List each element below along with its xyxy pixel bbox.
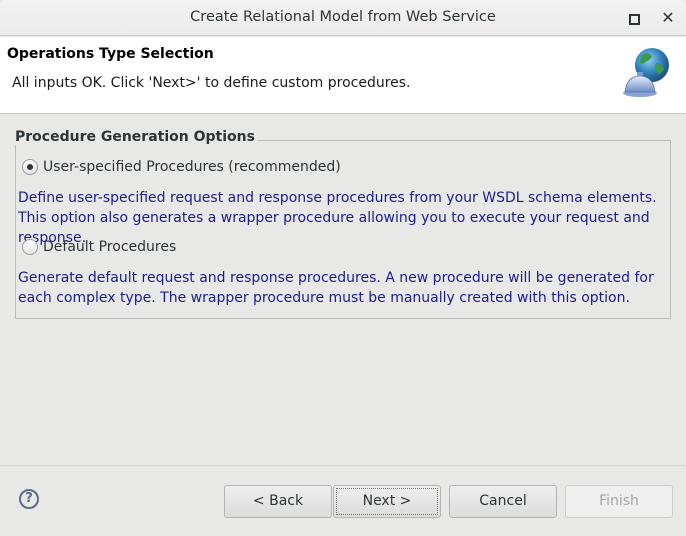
wizard-content: Procedure Generation Options User-specif…	[0, 115, 686, 465]
group-label: Procedure Generation Options	[15, 129, 257, 145]
help-icon[interactable]: ?	[19, 489, 39, 509]
radio-checked-icon[interactable]	[22, 159, 38, 175]
page-title: Operations Type Selection	[7, 46, 214, 62]
radio-label: User-specified Procedures (recommended)	[43, 159, 341, 175]
page-message: All inputs OK. Click 'Next>' to define c…	[12, 75, 411, 91]
close-icon[interactable]: ✕	[659, 9, 677, 27]
default-procedures-radio[interactable]: Default Procedures	[22, 239, 176, 255]
maximize-icon[interactable]	[625, 9, 643, 27]
back-button[interactable]: < Back	[224, 485, 332, 518]
globe-service-bell-icon	[623, 48, 669, 97]
default-procedures-description: Generate default request and response pr…	[18, 270, 654, 306]
footer-divider	[0, 465, 686, 466]
wizard-header: Operations Type Selection All inputs OK.…	[0, 37, 686, 114]
radio-label: Default Procedures	[43, 239, 177, 255]
next-button[interactable]: Next >	[333, 485, 441, 518]
title-bar: Create Relational Model from Web Service…	[0, 0, 686, 36]
window-title: Create Relational Model from Web Service	[190, 9, 496, 25]
user-specified-procedures-radio[interactable]: User-specified Procedures (recommended)	[22, 159, 341, 175]
radio-unchecked-icon[interactable]	[22, 239, 38, 255]
cancel-button[interactable]: Cancel	[449, 485, 557, 518]
focus-ring	[336, 488, 438, 515]
finish-button[interactable]: Finish	[565, 485, 673, 518]
